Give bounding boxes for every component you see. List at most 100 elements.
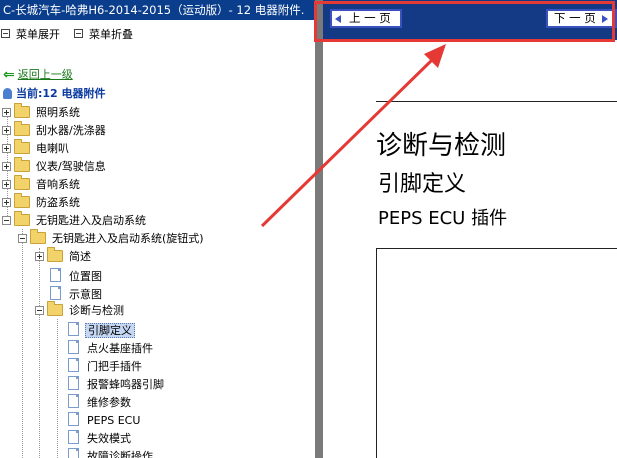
- tree-connector: [22, 229, 23, 458]
- tree-item-label[interactable]: 简述: [67, 250, 93, 263]
- tree-item[interactable]: 故障诊断操作: [68, 446, 155, 458]
- tree-item-label[interactable]: 维修参数: [85, 396, 133, 409]
- back-row: ⇐ 返回上一级: [3, 66, 73, 83]
- tree-item-label[interactable]: 失效模式: [85, 432, 133, 445]
- tree-item-label[interactable]: 故障诊断操作: [85, 450, 155, 458]
- tree-item[interactable]: 维修参数: [68, 392, 133, 410]
- collapse-menu-label: 菜单折叠: [89, 28, 133, 41]
- tree-item[interactable]: 刮水器/洗涤器: [2, 121, 108, 140]
- collapse-toggle-icon[interactable]: [18, 234, 27, 243]
- expand-toggle-icon[interactable]: [2, 180, 11, 189]
- prev-page-label: 上 一 页: [349, 11, 391, 25]
- tree-item[interactable]: 失效模式: [68, 428, 133, 446]
- right-arrow-icon: [601, 15, 608, 23]
- folder-icon: [14, 175, 30, 190]
- tree-item[interactable]: 无钥匙进入及启动系统: [2, 211, 148, 230]
- left-arrow-icon: [335, 15, 341, 23]
- expand-toggle-icon[interactable]: [2, 144, 11, 153]
- expand-toggle-icon[interactable]: [35, 252, 44, 261]
- tree-item[interactable]: 无钥匙进入及启动系统(旋钮式): [18, 229, 206, 248]
- collapse-toggle-icon[interactable]: [2, 216, 11, 225]
- document-heading: 诊断与检测: [376, 131, 507, 161]
- tree-item[interactable]: 点火基座插件: [68, 338, 155, 356]
- menu-bar: 菜单展开 菜单折叠: [0, 26, 315, 44]
- tree-item-label[interactable]: 照明系统: [34, 106, 82, 119]
- tree-item-label[interactable]: 门把手插件: [85, 360, 144, 373]
- expand-toggle-icon[interactable]: [2, 126, 11, 135]
- tree-item[interactable]: PEPS ECU: [68, 410, 142, 428]
- tree-item-label[interactable]: 点火基座插件: [85, 342, 155, 355]
- document-icon: [68, 340, 79, 354]
- expand-menu-button[interactable]: 菜单展开: [1, 26, 60, 44]
- tree-item-label[interactable]: 诊断与检测: [67, 304, 126, 317]
- content-panel: 上 一 页 下 一 页 诊断与检测 引脚定义 PEPS ECU 插件: [323, 0, 617, 458]
- document-section-title: PEPS ECU 插件: [378, 208, 508, 229]
- tree-item-label[interactable]: 位置图: [67, 270, 104, 283]
- document-subheading: 引脚定义: [378, 172, 467, 197]
- folder-icon: [47, 247, 63, 262]
- page-nav-bar: 上 一 页 下 一 页: [323, 0, 617, 40]
- tree-item[interactable]: 音响系统: [2, 175, 82, 194]
- document-icon: [68, 394, 79, 408]
- tree-item[interactable]: 仪表/驾驶信息: [2, 157, 108, 176]
- document-divider: [376, 101, 617, 102]
- next-page-button[interactable]: 下 一 页: [546, 9, 617, 28]
- document-icon: [68, 412, 79, 426]
- document-icon: [50, 268, 61, 282]
- document-icon: [68, 358, 79, 372]
- collapse-menu-button[interactable]: 菜单折叠: [74, 26, 133, 44]
- document-icon: [68, 322, 79, 336]
- tree-item-label[interactable]: PEPS ECU: [85, 414, 142, 427]
- window-title: C-长城汽车-哈弗H6-2014-2015（运动版）- 12 电器附件.: [0, 0, 315, 20]
- expand-icon: [1, 29, 10, 38]
- next-page-label: 下 一 页: [554, 11, 596, 25]
- expand-menu-label: 菜单展开: [16, 28, 60, 41]
- current-location-label: 当前:12 电器附件: [16, 87, 106, 100]
- tree-item[interactable]: 电喇叭: [2, 139, 71, 158]
- document-icon: [68, 376, 79, 390]
- back-link[interactable]: 返回上一级: [18, 68, 73, 81]
- collapse-icon: [74, 29, 83, 38]
- folder-icon: [14, 139, 30, 154]
- tree-item-label[interactable]: 无钥匙进入及启动系统: [34, 214, 148, 227]
- tree-item-label[interactable]: 示意图: [67, 288, 104, 301]
- tree-item[interactable]: 照明系统: [2, 103, 82, 122]
- expand-toggle-icon[interactable]: [2, 198, 11, 207]
- connector-diagram-frame: [376, 248, 617, 458]
- tree-item[interactable]: 诊断与检测: [35, 301, 126, 320]
- current-location: 当前:12 电器附件: [3, 86, 106, 102]
- left-panel: C-长城汽车-哈弗H6-2014-2015（运动版）- 12 电器附件. 菜单展…: [0, 0, 315, 458]
- expand-toggle-icon[interactable]: [2, 162, 11, 171]
- tree-item-label[interactable]: 刮水器/洗涤器: [34, 124, 108, 137]
- tree-item[interactable]: 位置图: [50, 266, 104, 284]
- tree-item[interactable]: 简述: [35, 247, 93, 266]
- tree-item-label[interactable]: 音响系统: [34, 178, 82, 191]
- tree-item-label[interactable]: 电喇叭: [34, 142, 71, 155]
- tree-item-label[interactable]: 报警蜂鸣器引脚: [85, 378, 166, 391]
- tree-connector: [39, 248, 40, 458]
- panel-splitter[interactable]: [315, 0, 323, 458]
- tree-item-label[interactable]: 仪表/驾驶信息: [34, 160, 108, 173]
- document-icon: [68, 448, 79, 458]
- tree-item-label[interactable]: 无钥匙进入及启动系统(旋钮式): [50, 232, 206, 245]
- prev-page-button[interactable]: 上 一 页: [330, 9, 402, 28]
- folder-open-icon: [14, 211, 30, 226]
- expand-toggle-icon[interactable]: [2, 108, 11, 117]
- tree-item[interactable]: 防盗系统: [2, 193, 82, 212]
- tree-item[interactable]: 门把手插件: [68, 356, 144, 374]
- folder-icon: [14, 157, 30, 172]
- tree-item[interactable]: 报警蜂鸣器引脚: [68, 374, 166, 392]
- tree-item-selected[interactable]: 引脚定义: [68, 320, 135, 338]
- folder-open-icon: [30, 229, 46, 244]
- folder-icon: [14, 121, 30, 136]
- document-icon: [50, 286, 61, 300]
- tree-item[interactable]: 示意图: [50, 284, 104, 302]
- tree-item-label[interactable]: 引脚定义: [85, 323, 135, 338]
- tree-item-label[interactable]: 防盗系统: [34, 196, 82, 209]
- folder-icon: [14, 103, 30, 118]
- tree-connector: [57, 319, 58, 458]
- location-icon: [3, 88, 12, 99]
- collapse-toggle-icon[interactable]: [35, 306, 44, 315]
- back-arrow-icon: ⇐: [3, 67, 15, 83]
- folder-open-icon: [47, 301, 63, 316]
